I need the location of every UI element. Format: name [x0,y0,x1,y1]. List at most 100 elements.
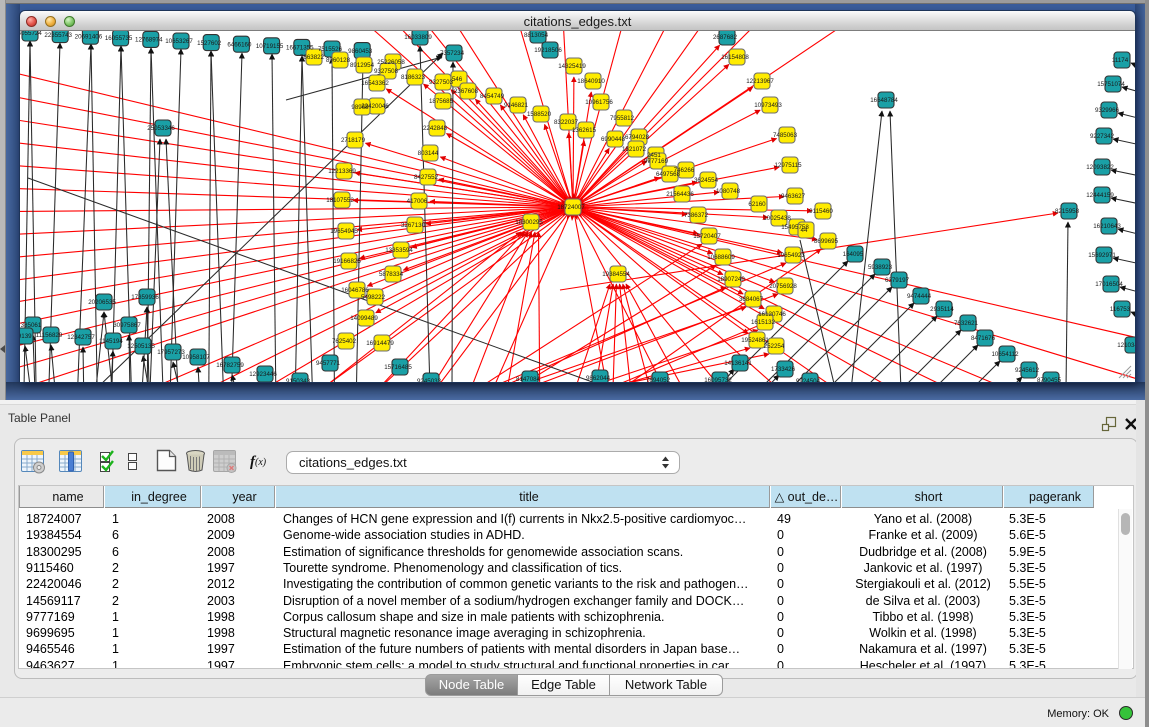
svg-text:7485063: 7485063 [773,132,798,139]
svg-text:12213967: 12213967 [746,78,774,85]
svg-text:12505135: 12505135 [127,343,155,350]
svg-text:9245612: 9245612 [1015,367,1040,374]
svg-text:8186323: 8186323 [401,74,426,81]
svg-text:9245033: 9245033 [417,378,442,382]
svg-text:6379197: 6379197 [885,277,910,284]
svg-text:17359936: 17359936 [131,294,159,301]
svg-text:1145194: 1145194 [99,338,123,345]
svg-text:19218506: 19218506 [534,47,562,54]
svg-text:12213369: 12213369 [328,168,356,175]
svg-text:11156829: 11156829 [36,332,63,339]
svg-text:10025438: 10025438 [763,215,791,222]
svg-text:1362615: 1362615 [572,127,597,134]
svg-text:10961756: 10961756 [585,99,613,106]
svg-text:25053346: 25053346 [147,125,175,132]
svg-text:15720407: 15720407 [693,233,721,240]
svg-text:1621072: 1621072 [622,146,647,153]
svg-text:1733426: 1733426 [771,366,796,373]
svg-text:62160: 62160 [748,201,766,208]
svg-text:8699695: 8699695 [814,238,839,245]
svg-text:9457771: 9457771 [316,360,341,367]
svg-text:15751074: 15751074 [1097,81,1125,88]
svg-text:9146821: 9146821 [504,102,529,109]
svg-text:20756928: 20756928 [769,283,797,290]
svg-text:19654945: 19654945 [330,228,358,235]
svg-text:12444159: 12444159 [1086,192,1114,199]
svg-text:7632621: 7632621 [954,320,979,327]
svg-text:5498222: 5498222 [361,294,386,301]
svg-text:8960128: 8960128 [326,57,351,64]
svg-text:16033809: 16033809 [404,34,432,41]
svg-text:8813054: 8813054 [524,32,549,39]
svg-text:12342757: 12342757 [67,334,95,341]
svg-text:25226058: 25226058 [377,59,405,66]
svg-text:1615132: 1615132 [751,319,776,326]
svg-text:9227342: 9227342 [1090,133,1115,140]
svg-text:746266: 746266 [674,167,695,174]
svg-text:11174: 11174 [1112,57,1129,64]
svg-text:12103454: 12103454 [1117,342,1135,349]
svg-text:16055735: 16055735 [105,35,133,42]
svg-text:12923446: 12923446 [249,371,277,378]
svg-text:15716485: 15716485 [384,364,412,371]
svg-text:8215958: 8215958 [1055,208,1080,215]
svg-text:18724007: 18724007 [557,204,585,211]
svg-text:10654112: 10654112 [991,351,1019,358]
svg-text:9327503: 9327503 [429,79,454,86]
svg-text:(x): (x) [255,457,267,468]
svg-text:14099489: 14099489 [350,315,378,322]
svg-text:803144: 803144 [418,150,439,157]
svg-text:16782759: 16782759 [216,362,244,369]
svg-text:8454749: 8454749 [480,93,505,100]
svg-text:13353594: 13353594 [385,247,413,254]
svg-text:164095: 164095 [843,251,864,258]
svg-text:7955812: 7955812 [610,115,635,122]
svg-text:1527602: 1527602 [197,40,222,47]
svg-text:116753: 116753 [1110,306,1131,313]
svg-text:7663822: 7663822 [300,54,325,61]
svg-text:20691406: 20691406 [75,33,103,40]
svg-text:7625402: 7625402 [332,338,357,345]
svg-text:18907249: 18907249 [717,276,745,283]
svg-text:2367608: 2367608 [454,88,479,95]
svg-text:44: 44 [801,227,808,234]
svg-text:16671355: 16671355 [286,45,314,52]
svg-text:5878334: 5878334 [379,271,404,278]
svg-text:30975867: 30975867 [113,322,141,329]
svg-text:16210643: 16210643 [1093,223,1121,230]
svg-text:9860453: 9860453 [348,48,373,55]
svg-text:9777169: 9777169 [644,158,669,165]
svg-text:8790455: 8790455 [1037,377,1062,382]
svg-text:9329966: 9329966 [1095,107,1120,114]
svg-text:2935114: 2935114 [930,306,954,313]
svg-text:14055724: 14055724 [20,31,42,37]
svg-text:10688609: 10688609 [707,254,735,261]
svg-text:12768974: 12768974 [135,37,163,44]
svg-text:20206535: 20206535 [88,299,116,306]
svg-text:22355743: 22355743 [44,32,72,39]
svg-text:1080748: 1080748 [716,188,741,195]
svg-text:2242848: 2242848 [423,125,448,132]
svg-text:3267130: 3267130 [401,222,426,229]
svg-text:15692971: 15692971 [1088,252,1116,259]
svg-text:19166825: 19166825 [333,258,361,265]
svg-text:9115460: 9115460 [809,208,833,215]
svg-text:19384554: 19384554 [602,271,630,278]
svg-text:9924504: 9924504 [796,378,821,382]
svg-text:6794028: 6794028 [625,134,650,141]
svg-text:39139: 39139 [20,333,32,340]
svg-text:2687682: 2687682 [713,34,738,41]
svg-text:7357234: 7357234 [440,50,465,57]
svg-text:9862044: 9862044 [586,375,611,382]
svg-text:8147084: 8147084 [516,376,541,382]
svg-text:17957273: 17957273 [157,349,185,356]
svg-text:17016504: 17016504 [1095,281,1123,288]
svg-text:10719155: 10719155 [256,43,284,50]
svg-text:16046786: 16046786 [341,287,369,294]
svg-text:18107552: 18107552 [326,197,354,204]
svg-text:16154808: 16154808 [721,54,749,61]
svg-text:16914479: 16914479 [366,340,394,347]
svg-text:10973493: 10973493 [754,102,782,109]
svg-text:14325419: 14325419 [558,63,586,70]
svg-text:3684067: 3684067 [739,296,764,303]
